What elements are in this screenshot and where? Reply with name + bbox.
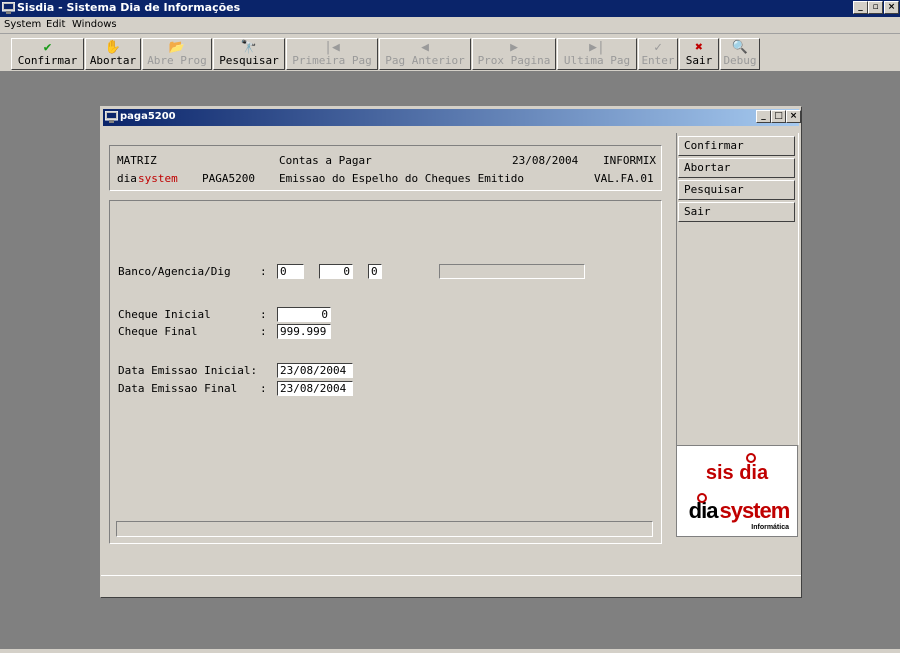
toolbar-label: Confirmar [17,54,78,67]
banco-description-field [439,264,585,279]
program-description: Emissao do Espelho do Cheques Emitido [279,172,525,185]
prev-page-icon: ◀ [421,40,429,55]
app-icon [2,2,15,14]
child-title: paga5200 [120,111,176,122]
digito-field[interactable]: 0 [368,264,382,279]
logo-top-text: sis dia [706,462,769,484]
last-page-icon: ▶| [589,40,605,55]
toolbar-sair-button[interactable]: ✖ Sair [679,38,719,70]
module-name: Contas a Pagar [279,154,372,167]
cheque-inicial-field[interactable]: 0 [277,307,331,322]
toolbar-pag-anterior-button[interactable]: ◀ Pag Anterior [379,38,471,70]
first-page-icon: |◀ [324,40,340,55]
toolbar-label: Sair [685,54,713,67]
company-logo: sis dia diasystem Informática [676,445,798,537]
child-titlebar[interactable]: paga5200 _ □ × [103,109,801,126]
form-area: Banco/Agencia/Dig : 0 0 0 Cheque Inicial… [109,200,662,544]
toolbar-pesquisar-button[interactable]: 🔭 Pesquisar [213,38,285,70]
message-bar [116,521,653,537]
menu-windows[interactable]: Windows [72,19,117,30]
enter-icon: ✓ [654,40,662,55]
side-panel-divider [676,133,677,445]
toolbar-ultima-pag-button[interactable]: ▶| Ultima Pag [557,38,637,70]
child-window: paga5200 _ □ × MATRIZ Contas a Pagar 23/… [100,106,802,598]
data-final-field[interactable]: 23/08/2004 [277,381,353,396]
toolbar-label: Pag Anterior [385,54,465,67]
logo-dot-icon [746,453,756,463]
toolbar-enter-button[interactable]: ✓ Enter [638,38,678,70]
toolbar-primeira-pag-button[interactable]: |◀ Primeira Pag [286,38,378,70]
bottom-divider [101,575,801,576]
toolbar-label: Enter [641,54,675,67]
toolbar-abortar-button[interactable]: ✋ Abortar [85,38,141,70]
header-info-box: MATRIZ Contas a Pagar 23/08/2004 INFORMI… [109,145,662,191]
cheque-inicial-colon: : [260,308,267,321]
cheque-final-label: Cheque Final [118,325,198,338]
logo-subtitle: Informática [751,524,789,531]
toolbar-label: Primeira Pag [292,54,372,67]
data-inicial-label: Data Emissao Inicial: [118,364,258,377]
close-button[interactable]: × [884,1,899,14]
child-maximize-button[interactable]: □ [771,110,786,123]
menu-system[interactable]: System [4,19,41,30]
status-bar [0,649,900,653]
brand-system: system [138,172,178,185]
folder-icon: 📂 [168,40,186,55]
next-page-icon: ▶ [510,40,518,55]
toolbar-confirmar-button[interactable]: ✔ Confirmar [11,38,84,70]
toolbar-label: Prox Pagina [477,54,551,67]
child-close-button[interactable]: × [786,110,801,123]
side-pesquisar-button[interactable]: Pesquisar [678,180,795,200]
banco-colon: : [260,265,267,278]
data-final-label: Data Emissao Final [118,382,238,395]
sisdia-logo-graphic: sis dia diasystem Informática [689,453,791,531]
side-confirmar-button[interactable]: Confirmar [678,136,795,156]
toolbar-debug-button[interactable]: 🔍 Debug [720,38,760,70]
minimize-button[interactable]: _ [853,1,868,14]
database-name: INFORMIX [603,154,656,167]
menu-edit[interactable]: Edit [46,19,65,30]
toolbar-label: Debug [723,54,757,67]
magnifier-icon: 🔍 [731,40,749,55]
banco-label: Banco/Agencia/Dig [118,265,231,278]
agencia-field[interactable]: 0 [319,264,353,279]
version-code: VAL.FA.01 [594,172,654,185]
hand-icon: ✋ [104,40,122,55]
toolbar: ✔ Confirmar ✋ Abortar 📂 Abre Prog 🔭 Pesq… [0,34,900,72]
toolbar-label: Ultima Pag [563,54,631,67]
banco-field[interactable]: 0 [277,264,304,279]
data-inicial-field[interactable]: 23/08/2004 [277,363,353,378]
maximize-button[interactable]: ▫ [868,1,883,14]
toolbar-label: Pesquisar [219,54,279,67]
side-sair-button[interactable]: Sair [678,202,795,222]
app-title: Sisdia - Sistema Dia de Informações [17,1,241,14]
menu-bar: System Edit Windows [0,17,900,34]
checkmark-icon: ✔ [43,40,52,55]
brand-dia: dia [117,172,137,185]
header-date: 23/08/2004 [512,154,579,167]
window-icon [105,111,118,123]
program-code: PAGA5200 [202,172,255,185]
toolbar-label: Abortar [89,54,137,67]
side-button-panel: Confirmar Abortar Pesquisar Sair [678,133,800,445]
side-abortar-button[interactable]: Abortar [678,158,795,178]
exit-icon: ✖ [695,40,703,55]
cheque-inicial-label: Cheque Inicial [118,308,211,321]
data-final-colon: : [260,382,267,395]
binoculars-icon: 🔭 [240,40,258,55]
toolbar-prox-pagina-button[interactable]: ▶ Prox Pagina [472,38,556,70]
cheque-final-field[interactable]: 999.999 [277,324,331,339]
company-name: MATRIZ [117,154,157,167]
toolbar-label: Abre Prog [147,54,207,67]
child-minimize-button[interactable]: _ [756,110,771,123]
app-titlebar[interactable]: Sisdia - Sistema Dia de Informações _ ▫ … [0,0,900,17]
toolbar-abre-prog-button[interactable]: 📂 Abre Prog [142,38,212,70]
cheque-final-colon: : [260,325,267,338]
